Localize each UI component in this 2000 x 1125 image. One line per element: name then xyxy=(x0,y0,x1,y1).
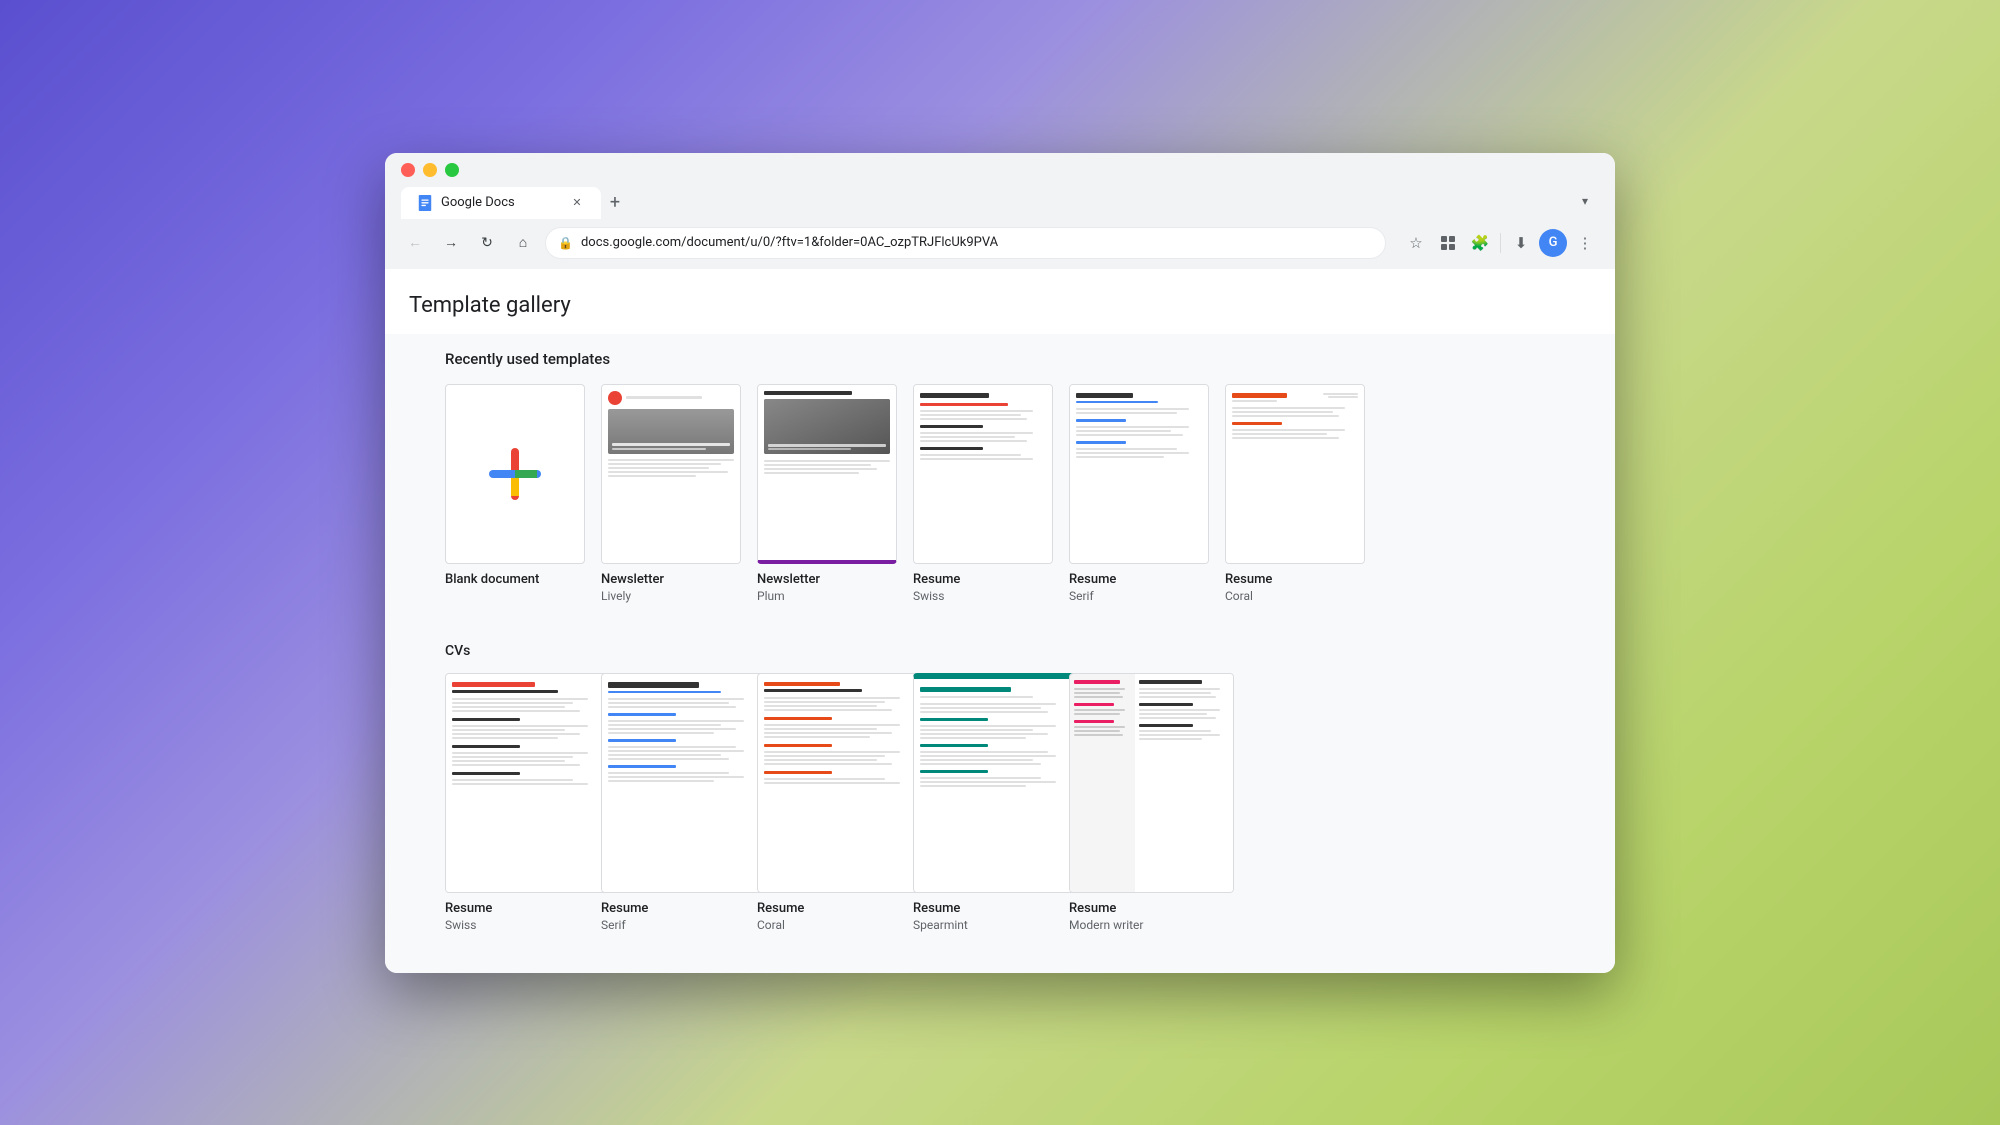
download-icon[interactable]: ⬇ xyxy=(1507,229,1535,257)
browser-window: Google Docs ✕ + ▾ ← → ↻ ⌂ 🔒 docs.google.… xyxy=(385,153,1615,973)
recently-used-section: Recently used templates xyxy=(385,334,1615,619)
tab-close-button[interactable]: ✕ xyxy=(569,195,585,211)
template-resume-swiss-recent[interactable]: Resume Swiss xyxy=(913,384,1053,603)
cv-spearmint-subtitle: Spearmint xyxy=(913,918,1053,932)
template-cv-swiss[interactable]: Resume Swiss xyxy=(445,673,585,932)
template-blank-document[interactable]: Blank document xyxy=(445,384,585,603)
newsletter-plum-name: Newsletter xyxy=(757,572,897,587)
newsletter-lively-thumb[interactable] xyxy=(601,384,741,564)
google-docs-tab-icon xyxy=(417,195,433,211)
cv-swiss-subtitle: Swiss xyxy=(445,918,585,932)
resume-coral-recent-name: Resume xyxy=(1225,572,1365,587)
title-bar: Google Docs ✕ + ▾ xyxy=(385,153,1615,219)
newsletter-lively-subtitle: Lively xyxy=(601,589,741,603)
page-title: Template gallery xyxy=(409,293,1591,318)
cvs-heading: CVs xyxy=(445,643,1555,659)
resume-serif-recent-subtitle: Serif xyxy=(1069,589,1209,603)
profile-avatar[interactable]: G xyxy=(1539,229,1567,257)
maximize-button[interactable] xyxy=(445,163,459,177)
blank-document-name: Blank document xyxy=(445,572,585,587)
tabs-row: Google Docs ✕ + ▾ xyxy=(401,187,1599,219)
newsletter-lively-name: Newsletter xyxy=(601,572,741,587)
blank-document-thumb[interactable] xyxy=(445,384,585,564)
tabs-dropdown-button[interactable]: ▾ xyxy=(1571,187,1599,215)
cvs-templates-row: Resume Swiss xyxy=(445,673,1555,932)
cv-swiss-thumb[interactable] xyxy=(445,673,610,893)
cv-serif-name: Resume xyxy=(601,901,741,916)
forward-button[interactable]: → xyxy=(437,229,465,257)
template-newsletter-plum[interactable]: Newsletter Plum xyxy=(757,384,897,603)
star-icon[interactable]: ☆ xyxy=(1402,229,1430,257)
reload-button[interactable]: ↻ xyxy=(473,229,501,257)
template-newsletter-lively[interactable]: Newsletter Lively xyxy=(601,384,741,603)
newsletter-plum-subtitle: Plum xyxy=(757,589,897,603)
template-resume-serif-recent[interactable]: Resume Serif xyxy=(1069,384,1209,603)
url-text: docs.google.com/document/u/0/?ftv=1&fold… xyxy=(581,235,1373,250)
resume-coral-recent-subtitle: Coral xyxy=(1225,589,1365,603)
resume-serif-recent-thumb[interactable] xyxy=(1069,384,1209,564)
cvs-section: CVs xyxy=(385,627,1615,948)
cv-modern-thumb[interactable] xyxy=(1069,673,1234,893)
resume-coral-recent-thumb[interactable] xyxy=(1225,384,1365,564)
more-options-icon[interactable]: ⋮ xyxy=(1571,229,1599,257)
template-resume-coral-recent[interactable]: Resume Coral xyxy=(1225,384,1365,603)
template-cv-serif[interactable]: Resume Serif xyxy=(601,673,741,932)
cv-serif-thumb[interactable] xyxy=(601,673,766,893)
extensions-icon[interactable] xyxy=(1434,229,1462,257)
cv-coral-thumb[interactable] xyxy=(757,673,922,893)
address-bar: ← → ↻ ⌂ 🔒 docs.google.com/document/u/0/?… xyxy=(385,219,1615,269)
active-tab[interactable]: Google Docs ✕ xyxy=(401,187,601,219)
cv-spearmint-thumb[interactable] xyxy=(913,673,1078,893)
google-plus-icon xyxy=(485,444,545,504)
new-tab-button[interactable]: + xyxy=(601,189,629,217)
cv-coral-name: Resume xyxy=(757,901,897,916)
browser-toolbar: ☆ 🧩 ⬇ G ⋮ xyxy=(1402,229,1599,257)
resume-swiss-recent-subtitle: Swiss xyxy=(913,589,1053,603)
template-cv-coral[interactable]: Resume Coral xyxy=(757,673,897,932)
toolbar-divider xyxy=(1500,233,1501,253)
cv-modern-name: Resume xyxy=(1069,901,1209,916)
resume-swiss-recent-thumb[interactable] xyxy=(913,384,1053,564)
tab-title: Google Docs xyxy=(441,195,561,210)
url-bar[interactable]: 🔒 docs.google.com/document/u/0/?ftv=1&fo… xyxy=(545,227,1386,259)
cv-coral-subtitle: Coral xyxy=(757,918,897,932)
traffic-lights xyxy=(401,163,1599,177)
back-button[interactable]: ← xyxy=(401,229,429,257)
cv-serif-subtitle: Serif xyxy=(601,918,741,932)
close-button[interactable] xyxy=(401,163,415,177)
newsletter-plum-thumb[interactable] xyxy=(757,384,897,564)
resume-swiss-recent-name: Resume xyxy=(913,572,1053,587)
cv-modern-subtitle: Modern writer xyxy=(1069,918,1209,932)
resume-serif-recent-name: Resume xyxy=(1069,572,1209,587)
home-button[interactable]: ⌂ xyxy=(509,229,537,257)
cv-swiss-name: Resume xyxy=(445,901,585,916)
cv-spearmint-name: Resume xyxy=(913,901,1053,916)
chrome-extensions-icon[interactable]: 🧩 xyxy=(1466,229,1494,257)
recently-used-templates-row: Blank document xyxy=(445,384,1555,603)
content-area: Template gallery Recently used templates xyxy=(385,269,1615,973)
lock-icon: 🔒 xyxy=(558,236,573,250)
minimize-button[interactable] xyxy=(423,163,437,177)
template-cv-spearmint[interactable]: Resume Spearmint xyxy=(913,673,1053,932)
recently-used-heading: Recently used templates xyxy=(445,350,1555,368)
template-cv-modern[interactable]: Resume Modern writer xyxy=(1069,673,1209,932)
